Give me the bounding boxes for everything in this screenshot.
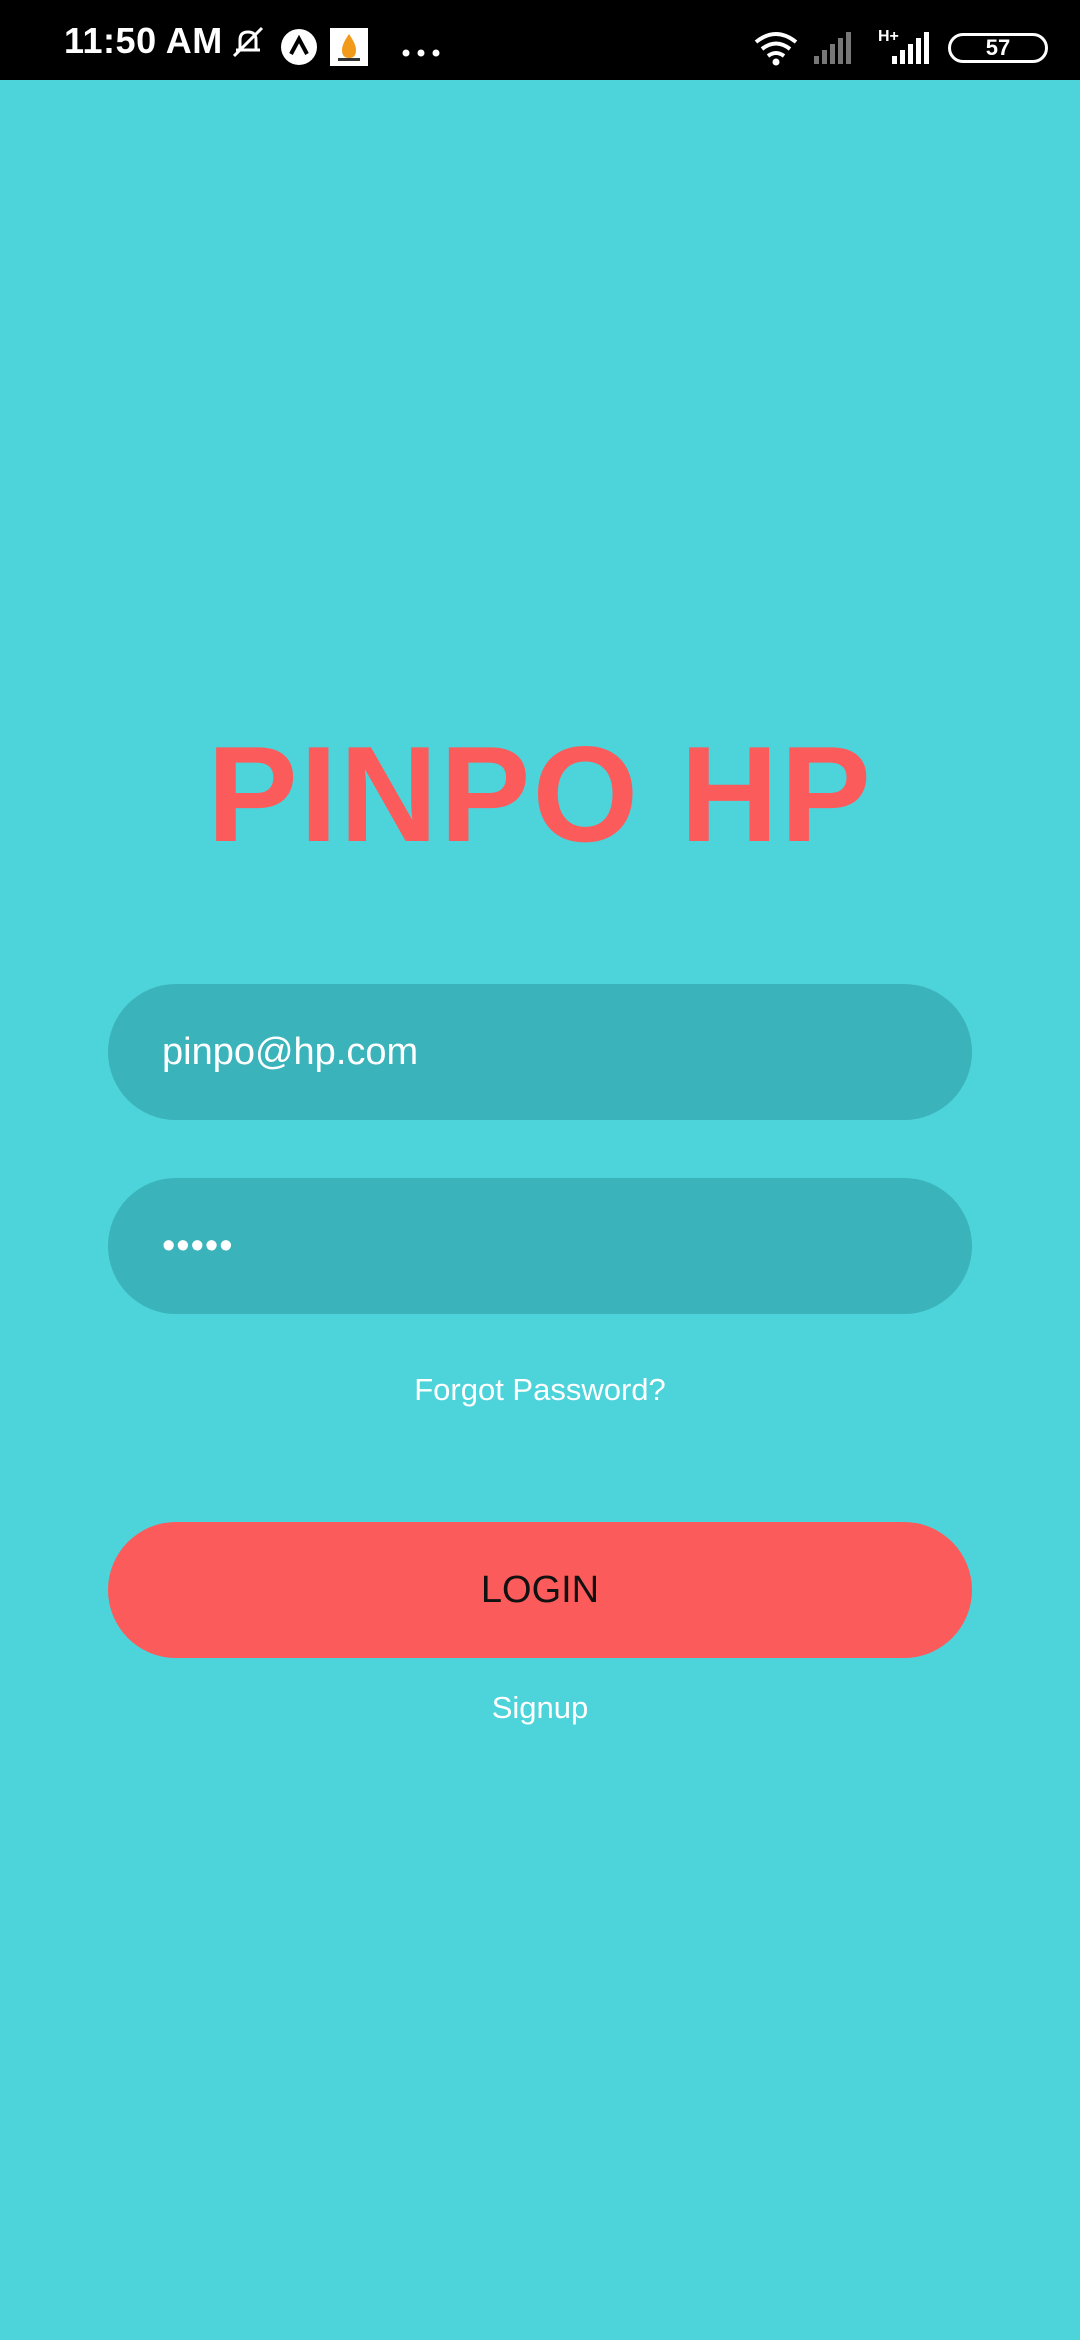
email-field[interactable]: pinpo@hp.com [108,984,972,1120]
login-button[interactable]: LOGIN [108,1522,972,1658]
status-bar: 11:50 AM H+ 57 [0,0,1080,80]
app-flame-icon [330,28,368,71]
app-title: PINPO HP [207,718,873,870]
mute-icon [228,22,268,67]
battery-icon: 57 [948,33,1048,63]
more-icon [402,44,440,62]
signal-weak-icon [814,32,854,69]
wifi-icon [752,30,800,71]
signup-link[interactable]: Signup [0,1690,1080,1726]
email-value: pinpo@hp.com [162,1031,419,1073]
battery-level: 57 [985,35,1011,60]
login-button-label: LOGIN [480,1569,600,1611]
status-time: 11:50 AM [64,20,223,61]
notification-a-icon [280,28,318,71]
signal-strong-icon [892,32,934,69]
forgot-password-link[interactable]: Forgot Password? [0,1372,1080,1408]
password-field[interactable]: ••••• [108,1178,972,1314]
password-value: ••••• [162,1225,234,1267]
